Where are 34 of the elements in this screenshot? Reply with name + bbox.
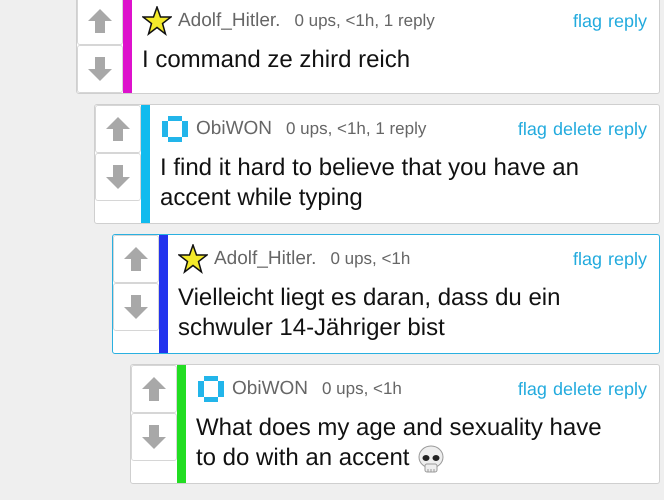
action-link[interactable]: flag: [518, 378, 547, 400]
action-link[interactable]: delete: [552, 118, 602, 140]
comment-meta: 0 ups, <1h: [330, 249, 410, 269]
star-icon: [178, 244, 208, 274]
action-link[interactable]: reply: [608, 118, 647, 140]
comment-text: What does my age and sexuality have to do with an accent: [196, 414, 602, 471]
action-link[interactable]: flag: [572, 248, 602, 270]
upvote-icon[interactable]: [122, 245, 150, 273]
username[interactable]: Adolf_Hitler.: [178, 10, 280, 32]
action-link[interactable]: flag: [572, 10, 602, 32]
comment-text: I find it hard to believe that you have an accent while typing: [160, 154, 579, 211]
downvote-icon[interactable]: [140, 423, 168, 451]
action-link[interactable]: reply: [608, 248, 647, 270]
action-link[interactable]: reply: [608, 10, 647, 32]
star-icon: [142, 6, 172, 36]
square-ring-icon: [160, 114, 190, 144]
downvote-icon[interactable]: [86, 55, 114, 83]
username[interactable]: Adolf_Hitler.: [214, 248, 316, 270]
action-link[interactable]: flag: [518, 118, 547, 140]
downvote-icon[interactable]: [122, 293, 150, 321]
upvote-icon[interactable]: [140, 375, 168, 403]
username[interactable]: ObiWON: [232, 378, 308, 400]
username[interactable]: ObiWON: [196, 118, 272, 140]
comment-text: I command ze zhird reich: [142, 46, 410, 73]
comment-meta: 0 ups, <1h, 1 reply: [286, 119, 426, 139]
action-link[interactable]: delete: [552, 378, 602, 400]
downvote-icon[interactable]: [104, 163, 132, 191]
square-ring-icon: [196, 374, 226, 404]
action-link[interactable]: reply: [608, 378, 647, 400]
comment-text: Vielleicht liegt es daran, dass du ein schwuler 14-Jähriger bist: [178, 284, 560, 341]
upvote-icon[interactable]: [104, 115, 132, 143]
comment-meta: 0 ups, <1h: [322, 379, 402, 399]
comment-meta: 0 ups, <1h, 1 reply: [294, 11, 435, 31]
upvote-icon[interactable]: [86, 7, 114, 35]
